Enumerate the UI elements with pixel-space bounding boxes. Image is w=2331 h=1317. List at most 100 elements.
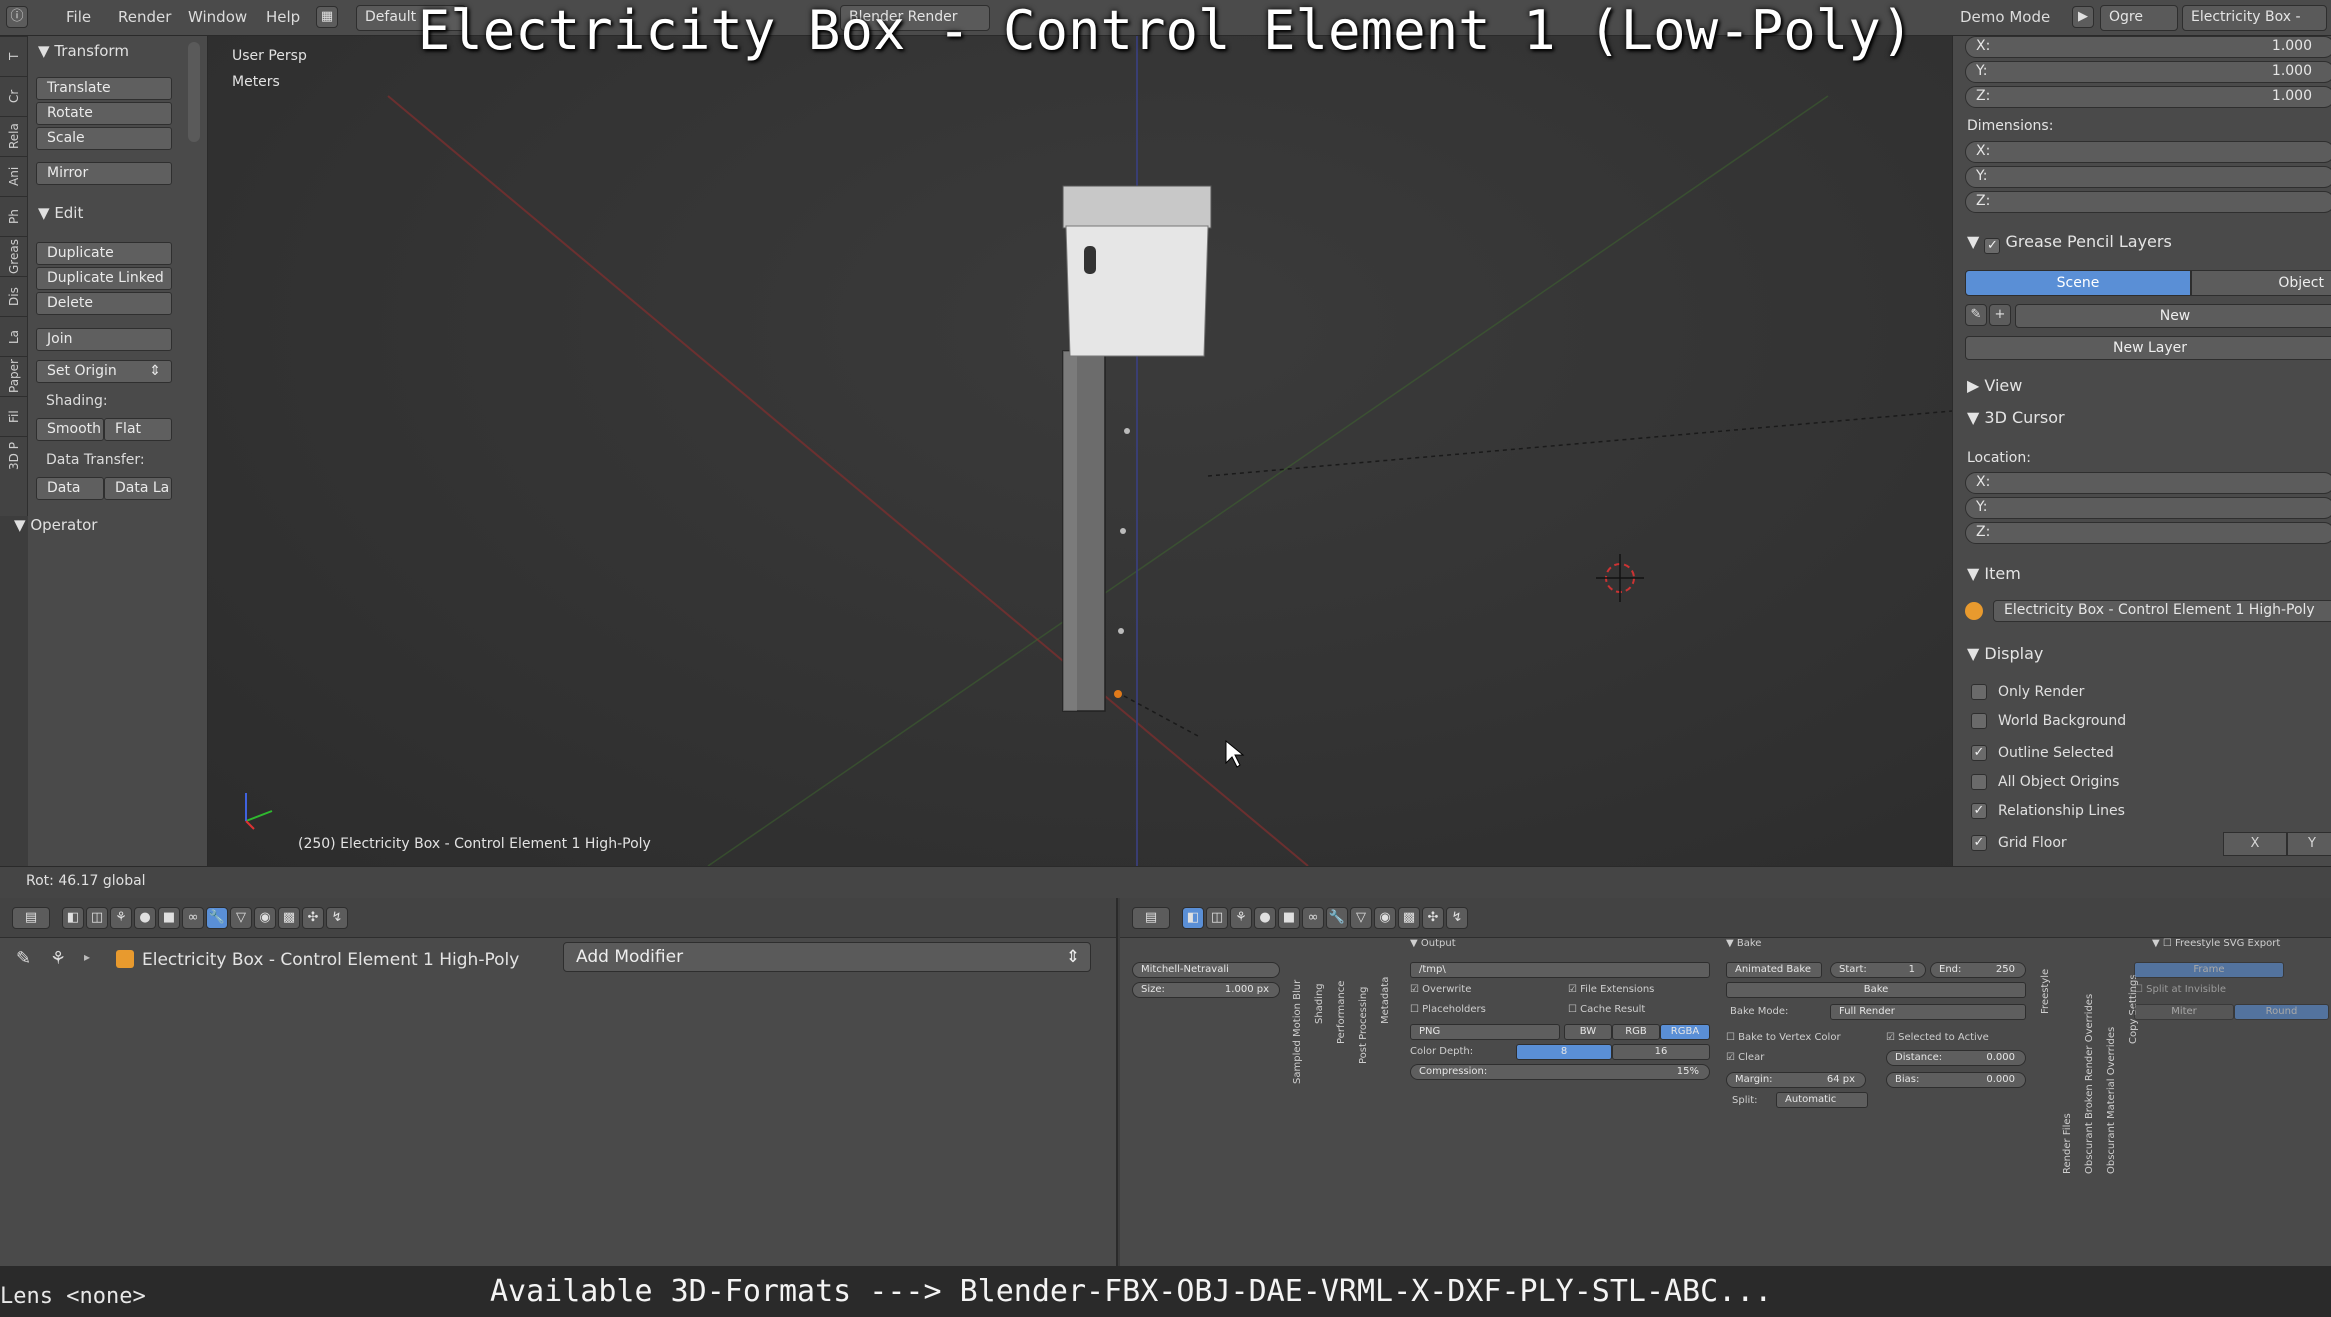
grid-axis-x-toggle[interactable]: X <box>2223 832 2287 856</box>
object-tab[interactable]: Object <box>2191 270 2331 296</box>
data-tab-icon[interactable]: ▽ <box>1350 907 1372 929</box>
layers-tab-icon[interactable]: ◫ <box>1206 907 1228 929</box>
panel-metadata[interactable]: Metadata <box>1380 954 1391 1024</box>
add-modifier-dropdown[interactable]: Add Modifier ⇕ <box>563 942 1091 972</box>
world-background-checkbox[interactable] <box>1971 713 1987 729</box>
tab-create[interactable]: Cr <box>0 76 28 116</box>
item-name-field[interactable]: Electricity Box - Control Element 1 High… <box>1993 600 2331 622</box>
margin-field[interactable]: Margin: 64 px <box>1726 1072 1866 1088</box>
item-header[interactable]: ▼ Item <box>1967 564 2021 583</box>
tab-3d-print[interactable]: 3D P <box>0 436 28 476</box>
filter-type-select[interactable]: Mitchell-Netravali <box>1132 962 1280 978</box>
output-path-field[interactable]: /tmp\ <box>1410 962 1710 978</box>
material-tab-icon[interactable]: ◉ <box>254 907 276 929</box>
relationship-lines-checkbox[interactable]: ✓ <box>1971 803 1987 819</box>
editor-type-icon[interactable]: ▤ <box>12 907 50 929</box>
set-origin-button[interactable]: Set Origin ⇕ <box>36 360 172 383</box>
output-header[interactable]: ▼ Output <box>1410 938 1456 949</box>
mirror-button[interactable]: Mirror <box>36 162 172 185</box>
scale-y-field[interactable]: Y: 1.000 <box>1965 61 2331 83</box>
panel-obscurant-broken-render-overrides[interactable]: Obscurant Broken Render Overrides <box>2084 954 2095 1174</box>
render-tab-icon[interactable]: ◧ <box>1182 907 1204 929</box>
world-tab-icon[interactable]: ● <box>134 907 156 929</box>
data-layout-button[interactable]: Data La <box>104 477 172 500</box>
filter-size-field[interactable]: Size: 1.000 px <box>1132 982 1280 998</box>
scene-tab[interactable]: Scene <box>1965 270 2191 296</box>
tab-relations[interactable]: Rela <box>0 116 28 156</box>
panel-render-files[interactable]: Render Files <box>2062 954 2073 1174</box>
editor-type-icon[interactable]: ▤ <box>1132 907 1170 929</box>
rgba-toggle[interactable]: RGBA <box>1660 1024 1710 1040</box>
panel-freestyle[interactable]: Freestyle <box>2040 954 2051 1014</box>
tab-la[interactable]: La <box>0 316 28 356</box>
depth-16-toggle[interactable]: 16 <box>1612 1044 1710 1060</box>
add-icon[interactable]: + <box>1989 304 2011 326</box>
render-tab-icon[interactable]: ◧ <box>62 907 84 929</box>
depth-8-toggle[interactable]: 8 <box>1516 1044 1612 1060</box>
object-tab-icon[interactable]: ■ <box>1278 907 1300 929</box>
bake-header[interactable]: ▼ Bake <box>1726 938 1761 949</box>
cursor-z-field[interactable]: Z: <box>1965 522 2331 544</box>
world-tab-icon[interactable]: ● <box>1254 907 1276 929</box>
cursor-y-field[interactable]: Y: <box>1965 497 2331 519</box>
view-header[interactable]: ▶ View <box>1967 376 2022 395</box>
constraints-tab-icon[interactable]: ∞ <box>1302 907 1324 929</box>
modifiers-tab-icon[interactable]: 🔧 <box>206 907 228 929</box>
panel-post-processing[interactable]: Post Processing <box>1358 954 1369 1065</box>
physics-tab-icon[interactable]: ↯ <box>326 907 348 929</box>
grease-pencil-header[interactable]: ▼ ✓ Grease Pencil Layers <box>1967 232 2172 254</box>
operator-header[interactable]: ▼ Operator <box>14 516 97 534</box>
3d-cursor-header[interactable]: ▼ 3D Cursor <box>1967 408 2065 427</box>
join-button[interactable]: Join <box>36 328 172 351</box>
split-select[interactable]: Automatic <box>1776 1092 1868 1108</box>
rgb-toggle[interactable]: RGB <box>1612 1024 1660 1040</box>
particles-tab-icon[interactable]: ✣ <box>1422 907 1444 929</box>
grid-axis-y-toggle[interactable]: Y <box>2287 832 2331 856</box>
new-grease-pencil-button[interactable]: New <box>2015 304 2331 328</box>
object-tab-icon[interactable]: ■ <box>158 907 180 929</box>
panel-shading[interactable]: Shading <box>1314 954 1325 1024</box>
data-tab-icon[interactable]: ▽ <box>230 907 252 929</box>
constraints-tab-icon[interactable]: ∞ <box>182 907 204 929</box>
particles-tab-icon[interactable]: ✣ <box>302 907 324 929</box>
only-render-checkbox[interactable] <box>1971 684 1987 700</box>
panel-obscurant-material-overrides[interactable]: Obscurant Material Overrides <box>2106 954 2117 1174</box>
outline-selected-checkbox[interactable]: ✓ <box>1971 745 1987 761</box>
material-tab-icon[interactable]: ◉ <box>1374 907 1396 929</box>
bake-mode-select[interactable]: Full Render <box>1830 1004 2026 1020</box>
tab-animation[interactable]: Ani <box>0 156 28 196</box>
file-extensions-checkbox[interactable]: ☑ File Extensions <box>1568 984 1654 995</box>
scale-button[interactable]: Scale <box>36 127 172 150</box>
cursor-x-field[interactable]: X: <box>1965 472 2331 494</box>
frame-mode-toggle[interactable]: Frame <box>2134 962 2284 978</box>
cache-result-checkbox[interactable]: ☐ Cache Result <box>1568 1004 1645 1015</box>
physics-tab-icon[interactable]: ↯ <box>1446 907 1468 929</box>
grease-pencil-checkbox[interactable]: ✓ <box>1984 238 2001 254</box>
freestyle-svg-header[interactable]: ▼ ☐ Freestyle SVG Export <box>2152 938 2280 949</box>
tab-grease-pencil[interactable]: Greas <box>0 236 28 276</box>
bake-start-field[interactable]: Start: 1 <box>1830 962 1926 978</box>
selected-to-active-checkbox[interactable]: ☑ Selected to Active <box>1886 1032 1989 1043</box>
new-layer-button[interactable]: New Layer <box>1965 336 2331 360</box>
texture-tab-icon[interactable]: ▩ <box>278 907 300 929</box>
overwrite-checkbox[interactable]: ☑ Overwrite <box>1410 984 1471 995</box>
pin-icon[interactable]: ✎ <box>16 948 31 969</box>
panel-performance[interactable]: Performance <box>1336 954 1347 1044</box>
bw-toggle[interactable]: BW <box>1564 1024 1612 1040</box>
clear-checkbox[interactable]: ☑ Clear <box>1726 1052 1764 1063</box>
data-button[interactable]: Data <box>36 477 104 500</box>
split-invisible-checkbox[interactable]: ☐ Split at Invisible <box>2134 984 2226 995</box>
placeholders-checkbox[interactable]: ☐ Placeholders <box>1410 1004 1486 1015</box>
grid-floor-checkbox[interactable]: ✓ <box>1971 835 1987 851</box>
animated-bake-button[interactable]: Animated Bake <box>1726 962 1822 978</box>
scene-tab-icon[interactable]: ⚘ <box>110 907 132 929</box>
flat-button[interactable]: Flat <box>104 418 172 441</box>
compression-slider[interactable]: Compression: 15% <box>1410 1064 1710 1080</box>
miter-toggle[interactable]: Miter <box>2134 1004 2234 1020</box>
pencil-icon[interactable]: ✎ <box>1965 304 1987 326</box>
modifiers-tab-icon[interactable]: 🔧 <box>1326 907 1348 929</box>
distance-field[interactable]: Distance: 0.000 <box>1886 1050 2026 1066</box>
all-object-origins-checkbox[interactable] <box>1971 774 1987 790</box>
dimension-x-field[interactable]: X: <box>1965 141 2331 163</box>
tab-paper[interactable]: Paper <box>0 356 28 396</box>
